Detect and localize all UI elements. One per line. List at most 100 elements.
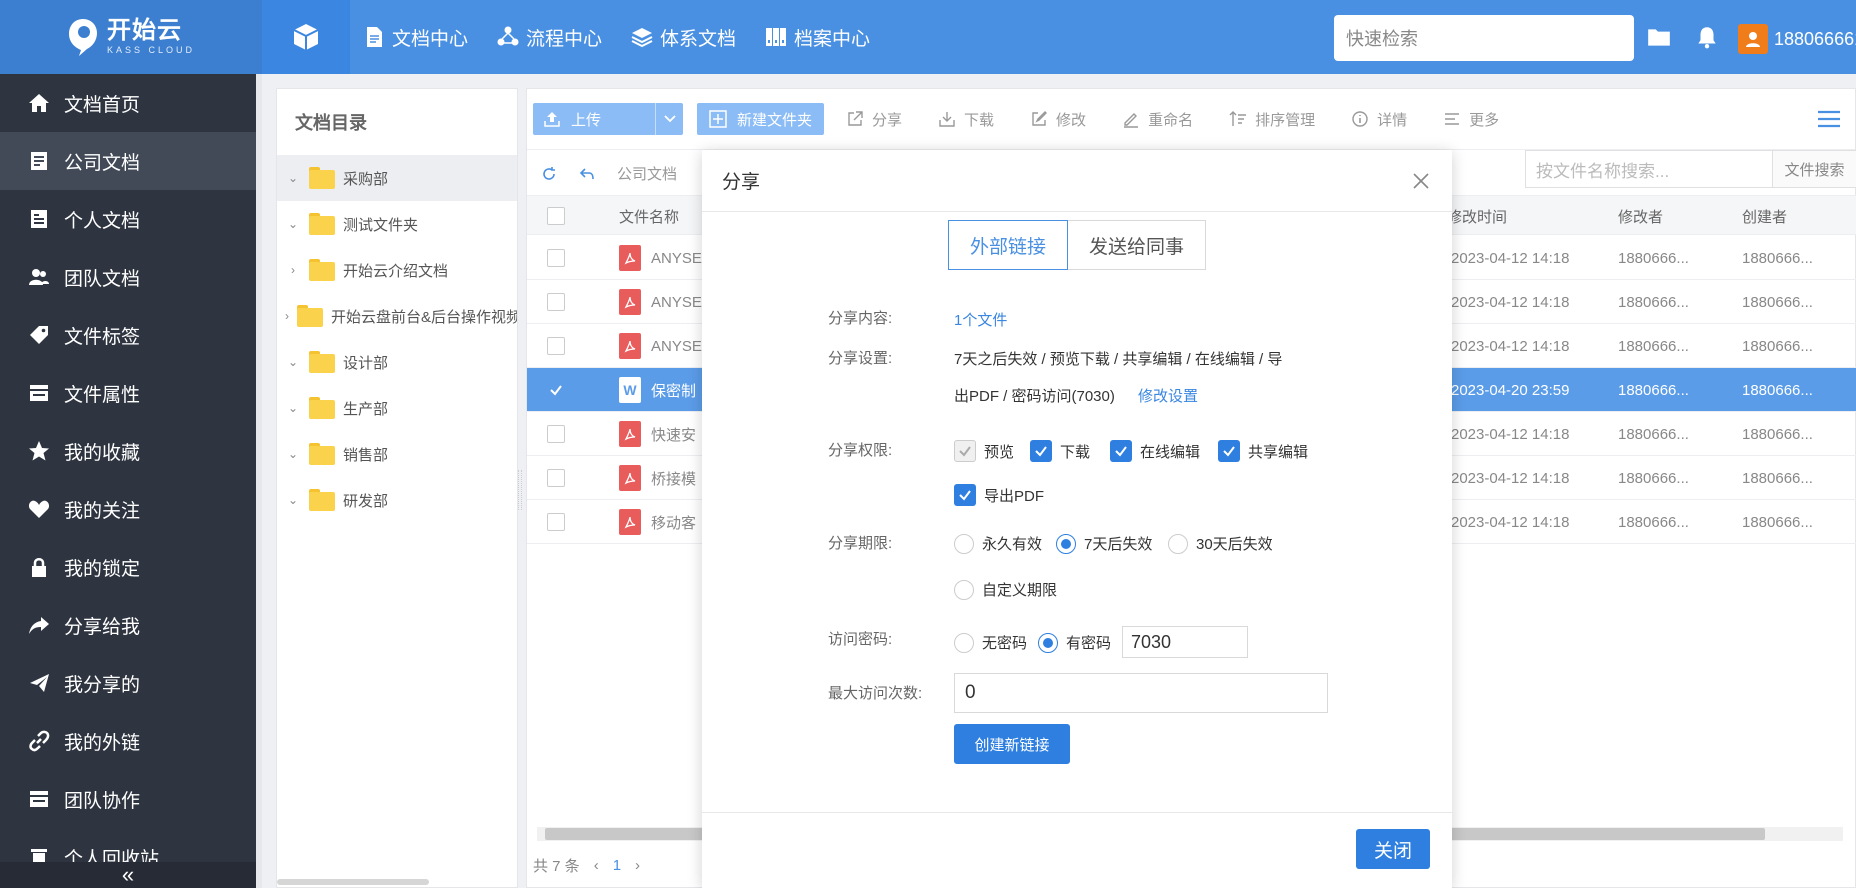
new-folder-button[interactable]: 新建文件夹 [697,103,825,135]
quick-search-input[interactable]: 快速检索 [1334,15,1634,61]
nav-workflow-center[interactable]: 流程中心 [496,24,602,51]
row-checkbox[interactable] [547,249,565,267]
chevron-down-icon[interactable]: ⌄ [285,447,301,461]
sidebar-item-personal-docs[interactable]: 个人文档 [0,190,256,248]
back-icon[interactable] [579,166,595,182]
chevron-down-icon[interactable] [655,103,683,135]
sidebar-item-doc-home[interactable]: 文档首页 [0,74,256,132]
dir-item[interactable]: ⌄ 研发部 [277,477,517,523]
dir-item[interactable]: ⌄ 设计部 [277,339,517,385]
sidebar-item-team-docs[interactable]: 团队文档 [0,248,256,306]
create-link-button[interactable]: 创建新链接 [954,724,1070,764]
dir-item[interactable]: ⌄ 生产部 [277,385,517,431]
share-content-value[interactable]: 1个文件 [954,309,1007,330]
dir-item[interactable]: ⌄ 采购部 [277,155,517,201]
perm-shared-edit-checkbox[interactable]: 共享编辑 [1218,440,1308,462]
folder-icon [309,259,335,281]
tab-send-to-colleague[interactable]: 发送给同事 [1068,220,1206,270]
sidebar-collapse-button[interactable]: « [0,862,256,888]
sidebar-item-file-tags[interactable]: 文件标签 [0,306,256,364]
user-menu[interactable]: 18806666183 [1738,24,1856,54]
prev-page-icon[interactable]: ‹ [594,857,599,874]
sidebar-item-favorites[interactable]: 我的收藏 [0,422,256,480]
page-number[interactable]: 1 [613,857,621,874]
folder-icon[interactable] [1646,24,1672,50]
chevron-right-icon[interactable]: › [285,309,289,323]
dir-item[interactable]: › 开始云介绍文档 [277,247,517,293]
sidebar-item-my-links[interactable]: 我的外链 [0,712,256,770]
breadcrumb[interactable]: 公司文档 [617,163,677,184]
file-name[interactable]: 快速安 [651,424,696,445]
tab-external-link[interactable]: 外部链接 [948,220,1068,270]
download-button[interactable]: 下载 [924,109,1008,130]
chevron-down-icon[interactable]: ⌄ [285,355,301,369]
upload-button[interactable]: 上传 [533,103,683,135]
dir-item[interactable]: › 开始云盘前台&后台操作视频 [277,293,517,339]
password-input[interactable]: 7030 [1122,626,1248,658]
rename-button[interactable]: 重命名 [1108,109,1207,130]
row-checkbox[interactable] [547,381,565,399]
column-header-modifier[interactable]: 修改者 [1618,196,1663,236]
no-password-radio[interactable]: 无密码 [954,632,1027,653]
sidebar-item-file-properties[interactable]: 文件属性 [0,364,256,422]
period-permanent-radio[interactable]: 永久有效 [954,533,1042,554]
logo[interactable]: 开始云 KASS CLOUD [0,0,262,74]
share-button[interactable]: 分享 [832,109,916,130]
file-name[interactable]: ANYSE [651,250,702,267]
chevron-down-icon[interactable]: ⌄ [285,217,301,231]
column-header-modified[interactable]: 修改时间 [1447,196,1507,236]
has-password-radio[interactable]: 有密码 [1038,632,1111,653]
next-page-icon[interactable]: › [635,857,640,874]
file-name[interactable]: 保密制 [651,380,696,401]
sidebar-item-locked[interactable]: 我的锁定 [0,538,256,596]
modify-button[interactable]: 修改 [1016,109,1100,130]
sidebar-item-company-docs[interactable]: 公司文档 [0,132,256,190]
sidebar-item-my-shares[interactable]: 我分享的 [0,654,256,712]
row-checkbox[interactable] [547,513,565,531]
period-custom-radio[interactable]: 自定义期限 [954,579,1057,600]
nav-system-documents[interactable]: 体系文档 [630,24,736,51]
bell-icon[interactable] [1694,24,1720,50]
sidebar-item-team-collab[interactable]: 团队协作 [0,770,256,828]
hamburger-menu-icon[interactable] [1817,109,1841,129]
refresh-icon[interactable] [541,166,557,182]
sort-manage-button[interactable]: 排序管理 [1215,109,1329,130]
directory-scrollbar[interactable] [277,879,429,885]
nav-archive-center[interactable]: 档案中心 [764,24,870,51]
chevron-down-icon[interactable]: ⌄ [285,401,301,415]
file-name[interactable]: ANYSE [651,294,702,311]
row-checkbox[interactable] [547,425,565,443]
perm-online-edit-checkbox[interactable]: 在线编辑 [1110,440,1200,462]
file-name-search-input[interactable]: 按文件名称搜索... [1525,150,1773,188]
app-switch-button[interactable] [262,0,350,74]
sidebar-item-following[interactable]: 我的关注 [0,480,256,538]
column-header-name[interactable]: 文件名称 [619,196,679,236]
select-all-checkbox[interactable] [547,207,565,225]
row-checkbox[interactable] [547,337,565,355]
nav-document-center[interactable]: 文档中心 [362,24,468,51]
max-visits-input[interactable]: 0 [954,673,1328,713]
column-header-creator[interactable]: 创建者 [1742,196,1787,236]
perm-download-checkbox[interactable]: 下载 [1030,440,1090,462]
file-name[interactable]: 桥接模 [651,468,696,489]
more-button[interactable]: 更多 [1429,109,1513,130]
chevron-down-icon[interactable]: ⌄ [285,171,301,185]
dir-item[interactable]: ⌄ 销售部 [277,431,517,477]
modify-settings-link[interactable]: 修改设置 [1138,385,1198,406]
details-button[interactable]: 详情 [1337,109,1421,130]
close-icon[interactable] [1410,170,1432,192]
panel-resize-handle[interactable] [518,470,522,510]
close-button[interactable]: 关闭 [1356,829,1430,869]
perm-export-pdf-checkbox[interactable]: 导出PDF [954,484,1044,506]
row-checkbox[interactable] [547,293,565,311]
chevron-right-icon[interactable]: › [285,263,301,277]
period-7-days-radio[interactable]: 7天后失效 [1056,533,1152,554]
period-30-days-radio[interactable]: 30天后失效 [1168,533,1273,554]
chevron-down-icon[interactable]: ⌄ [285,493,301,507]
file-name[interactable]: ANYSE [651,338,702,355]
sidebar-item-shared-with-me[interactable]: 分享给我 [0,596,256,654]
file-search-button[interactable]: 文件搜索 [1773,150,1856,188]
dir-item[interactable]: ⌄ 测试文件夹 [277,201,517,247]
row-checkbox[interactable] [547,469,565,487]
file-name[interactable]: 移动客 [651,512,696,533]
